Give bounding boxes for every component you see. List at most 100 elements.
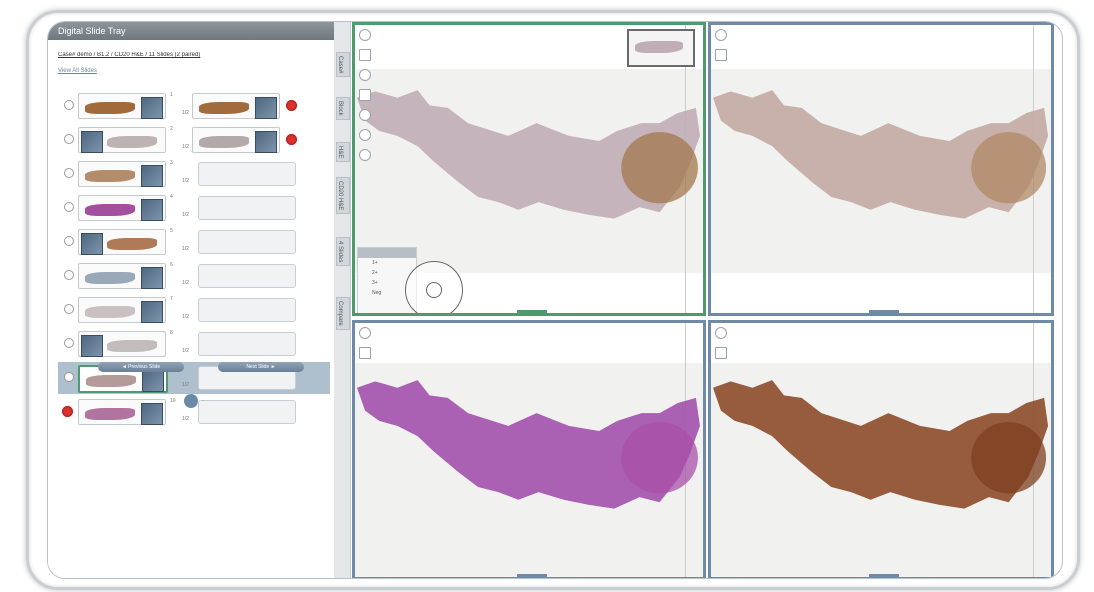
slide-radio[interactable]	[64, 100, 74, 110]
vertical-tab[interactable]: Case#	[336, 52, 350, 78]
slide-thumbnail[interactable]	[78, 297, 166, 323]
tissue-thumbnail-icon	[85, 408, 135, 420]
slide-label-qr-icon	[255, 131, 277, 153]
ruler-icon[interactable]	[359, 69, 371, 81]
remove-pair-icon[interactable]	[286, 134, 297, 145]
page-indicator-icon[interactable]	[184, 394, 198, 408]
slide-thumbnail[interactable]	[78, 229, 166, 255]
pair-fraction: 1/2	[182, 246, 189, 252]
vertical-tab[interactable]: CD20 H&E	[336, 177, 350, 215]
viewer-top-right[interactable]	[708, 22, 1054, 316]
slide-thumbnail[interactable]	[78, 263, 166, 289]
viewer-resize-handle[interactable]	[517, 574, 547, 577]
slide-label-qr-icon	[141, 97, 163, 119]
slide-row[interactable]: 6 1/2	[58, 260, 330, 292]
slide-row[interactable]: 7 1/2	[58, 294, 330, 326]
slide-label-qr-icon	[141, 403, 163, 425]
vertical-tab[interactable]: Compare	[336, 297, 350, 330]
slide-radio[interactable]	[64, 202, 74, 212]
empty-pair-slot[interactable]	[198, 162, 296, 186]
tissue-thumbnail-icon	[107, 340, 157, 352]
viewer-resize-handle[interactable]	[869, 574, 899, 577]
vertical-tab[interactable]: Block	[336, 97, 350, 120]
slide-thumbnail[interactable]	[78, 331, 166, 357]
slide-thumbnail[interactable]	[78, 399, 166, 425]
remove-pair-icon[interactable]	[286, 100, 297, 111]
slide-thumbnail[interactable]	[78, 161, 166, 187]
pair-number: 8	[170, 330, 173, 336]
viewer-bottom-right[interactable]	[708, 320, 1054, 578]
pan-tool-icon[interactable]	[715, 49, 727, 61]
paired-slide-thumbnail[interactable]	[192, 127, 280, 153]
remove-slide-icon[interactable]	[62, 406, 73, 417]
legend-header	[358, 248, 416, 258]
viewer-toolbar	[359, 29, 371, 169]
slide-row[interactable]: 8 1/2	[58, 328, 330, 360]
slide-thumbnail[interactable]	[78, 195, 166, 221]
slide-row[interactable]: 2 1/2	[58, 124, 330, 156]
pan-tool-icon[interactable]	[359, 49, 371, 61]
tissue-thumbnail-icon	[85, 102, 135, 114]
slide-thumbnail[interactable]	[78, 93, 166, 119]
tissue-thumbnail-icon	[86, 375, 136, 387]
empty-pair-slot[interactable]	[198, 298, 296, 322]
viewer-resize-handle[interactable]	[869, 310, 899, 313]
slide-radio[interactable]	[64, 270, 74, 280]
pan-tool-icon[interactable]	[715, 347, 727, 359]
slide-row[interactable]: 1 1/2	[58, 90, 330, 122]
app-window: Digital Slide Tray Case# demo / B1.2 / C…	[47, 21, 1063, 579]
point-icon[interactable]	[359, 109, 371, 121]
tissue-thumbnail-icon	[85, 170, 135, 182]
slide-radio[interactable]	[64, 304, 74, 314]
empty-pair-slot[interactable]	[198, 196, 296, 220]
slide-radio[interactable]	[64, 372, 74, 382]
viewer-resize-handle[interactable]	[517, 310, 547, 313]
vertical-tab[interactable]: 4 Slides	[336, 237, 350, 267]
slide-radio[interactable]	[64, 168, 74, 178]
slide-tray-panel: Digital Slide Tray Case# demo / B1.2 / C…	[48, 22, 335, 578]
empty-pair-slot[interactable]	[198, 400, 296, 424]
slide-thumbnail[interactable]	[78, 127, 166, 153]
vertical-tab-label: H&E	[337, 146, 343, 159]
settings-icon[interactable]	[715, 327, 727, 339]
annotation-icon[interactable]	[359, 149, 371, 161]
previous-slide-button[interactable]: ◄ Previous Slide	[98, 362, 184, 372]
minimap-thumbnail[interactable]	[627, 29, 695, 67]
tissue-section-image[interactable]	[713, 375, 1053, 515]
viewer-bottom-left[interactable]	[352, 320, 706, 578]
slide-radio[interactable]	[64, 236, 74, 246]
viewer-toolbar	[715, 29, 727, 69]
slide-radio[interactable]	[64, 338, 74, 348]
pair-number: 1	[170, 92, 173, 98]
slide-label-qr-icon	[81, 335, 103, 357]
panel-header: Digital Slide Tray	[48, 22, 334, 40]
view-all-slides-link[interactable]: View All Slides	[58, 68, 334, 74]
slide-label-qr-icon	[81, 131, 103, 153]
empty-pair-slot[interactable]	[198, 230, 296, 254]
tissue-thumbnail-icon	[107, 136, 157, 148]
pager-dot: ·	[174, 398, 176, 404]
vertical-tab-label: Case#	[337, 56, 343, 74]
tissue-section-image[interactable]	[713, 85, 1053, 225]
vertical-tab[interactable]: H&E	[336, 142, 350, 163]
slide-row[interactable]: 3 1/2	[58, 158, 330, 190]
empty-pair-slot[interactable]	[198, 332, 296, 356]
case-title[interactable]: Case# demo / B1.2 / CD20 H&E / 11 Slides…	[58, 52, 308, 58]
settings-icon[interactable]	[359, 327, 371, 339]
slide-row[interactable]: 5 1/2	[58, 226, 330, 258]
tissue-section-image[interactable]	[357, 85, 705, 225]
slide-radio[interactable]	[64, 134, 74, 144]
tissue-section-image[interactable]	[357, 375, 705, 515]
slide-row[interactable]: 4 1/2	[58, 192, 330, 224]
pair-number: 7	[170, 296, 173, 302]
settings-icon[interactable]	[715, 29, 727, 41]
viewer-top-left[interactable]: 1+ 2+ 3+ Neg	[352, 22, 706, 316]
pan-tool-icon[interactable]	[359, 347, 371, 359]
empty-pair-slot[interactable]	[198, 264, 296, 288]
navigation-wheel-icon[interactable]	[405, 261, 463, 313]
draw-line-icon[interactable]	[359, 129, 371, 141]
paired-slide-thumbnail[interactable]	[192, 93, 280, 119]
next-slide-button[interactable]: Next Slide ►	[218, 362, 304, 372]
settings-icon[interactable]	[359, 29, 371, 41]
select-rectangle-icon[interactable]	[359, 89, 371, 101]
